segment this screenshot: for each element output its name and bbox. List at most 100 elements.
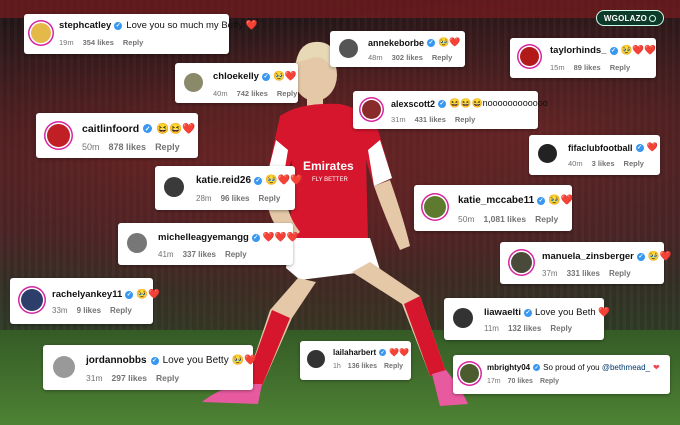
reply-button[interactable]: Reply bbox=[155, 142, 180, 152]
username[interactable]: manuela_zinsberger bbox=[542, 251, 634, 262]
comment-text: 🥹❤️ bbox=[438, 37, 461, 47]
verified-badge-icon: ✓ bbox=[427, 38, 436, 47]
verified-badge-icon: ✓ bbox=[523, 308, 532, 317]
avatar[interactable] bbox=[460, 364, 479, 383]
comment-card-caitlinfoord: caitlinfoord ✓ 😆😆❤️ 50m 878 likes Reply bbox=[36, 113, 198, 158]
username[interactable]: stephcatley bbox=[59, 20, 111, 31]
avatar[interactable] bbox=[21, 289, 43, 311]
username[interactable]: taylorhinds_ bbox=[550, 45, 607, 56]
reply-button[interactable]: Reply bbox=[110, 306, 132, 315]
avatar[interactable] bbox=[164, 177, 184, 197]
avatar[interactable] bbox=[453, 308, 473, 328]
comment-card-taylorhinds: taylorhinds_ ✓ 🥹❤️❤️ 15m 89 likes Reply bbox=[510, 38, 656, 78]
avatar[interactable] bbox=[47, 124, 70, 147]
comment-time: 28m bbox=[196, 194, 212, 203]
comment-time: 33m bbox=[52, 306, 68, 315]
username[interactable]: fifaclubfootball bbox=[568, 143, 633, 153]
avatar[interactable] bbox=[31, 23, 51, 43]
comment-card-rachelyankey11: rachelyankey11 ✓ 🥹❤️ 33m 9 likes Reply bbox=[10, 278, 160, 324]
likes-count[interactable]: 9 likes bbox=[77, 306, 101, 315]
comment-time: 31m bbox=[86, 373, 103, 383]
likes-count[interactable]: 96 likes bbox=[221, 194, 250, 203]
username[interactable]: chloekelly bbox=[213, 71, 259, 82]
reply-button[interactable]: Reply bbox=[123, 38, 143, 47]
likes-count[interactable]: 302 likes bbox=[392, 53, 423, 62]
avatar[interactable] bbox=[53, 356, 75, 378]
username[interactable]: michelleagyemangg bbox=[158, 232, 249, 243]
comment-text: Love you Betty 🥹❤️ bbox=[162, 355, 257, 366]
reply-button[interactable]: Reply bbox=[156, 373, 179, 383]
avatar[interactable] bbox=[424, 196, 446, 218]
comment-text: 😆😆❤️ bbox=[156, 123, 196, 135]
avatar[interactable] bbox=[520, 47, 539, 66]
reply-button[interactable]: Reply bbox=[384, 363, 403, 370]
likes-count[interactable]: 297 likes bbox=[112, 373, 147, 383]
svg-text:FLY BETTER: FLY BETTER bbox=[312, 177, 348, 183]
avatar[interactable] bbox=[127, 233, 147, 253]
username[interactable]: rachelyankey11 bbox=[52, 289, 122, 300]
avatar[interactable] bbox=[362, 100, 381, 119]
comment-time: 50m bbox=[82, 142, 100, 152]
likes-count[interactable]: 878 likes bbox=[109, 142, 147, 152]
likes-count[interactable]: 136 likes bbox=[348, 363, 377, 370]
comment-text: 🥹❤️❤️ bbox=[265, 175, 303, 186]
likes-count[interactable]: 132 likes bbox=[508, 324, 541, 333]
likes-count[interactable]: 70 likes bbox=[508, 378, 533, 385]
username[interactable]: caitlinfoord bbox=[82, 123, 139, 135]
verified-badge-icon: ✓ bbox=[114, 21, 123, 30]
reply-button[interactable]: Reply bbox=[277, 89, 297, 98]
comment-time: 41m bbox=[158, 250, 174, 259]
username[interactable]: katie.reid26 bbox=[196, 175, 251, 186]
comment-time: 40m bbox=[568, 159, 583, 168]
username[interactable]: jordannobbs bbox=[86, 355, 147, 366]
likes-count[interactable]: 742 likes bbox=[237, 89, 268, 98]
comment-time: 1h bbox=[333, 363, 341, 370]
reply-button[interactable]: Reply bbox=[624, 159, 644, 168]
username[interactable]: katie_mccabe11 bbox=[458, 195, 534, 206]
likes-count[interactable]: 431 likes bbox=[415, 115, 446, 124]
reply-button[interactable]: Reply bbox=[609, 269, 631, 278]
avatar[interactable] bbox=[339, 39, 358, 58]
verified-badge-icon: ✓ bbox=[636, 252, 645, 261]
comment-card-katiemccabe11: katie_mccabe11 ✓ 🥹❤️ 50m 1,081 likes Rep… bbox=[414, 185, 573, 231]
mention-link[interactable]: @bethmead_ bbox=[602, 363, 650, 372]
comment-text: 🥹❤️ bbox=[647, 251, 672, 262]
comment-text: ❤️❤️ bbox=[389, 348, 410, 357]
verified-badge-icon: ✓ bbox=[125, 290, 134, 299]
comment-time: 19m bbox=[59, 38, 74, 47]
watermark-badge: WGOLAZO bbox=[596, 10, 664, 26]
verified-badge-icon: ✓ bbox=[438, 99, 447, 108]
verified-badge-icon: ✓ bbox=[254, 176, 263, 185]
verified-badge-icon: ✓ bbox=[533, 364, 541, 371]
likes-count[interactable]: 354 likes bbox=[83, 38, 114, 47]
reply-button[interactable]: Reply bbox=[550, 324, 572, 333]
username[interactable]: alexscott2 bbox=[391, 99, 435, 109]
verified-badge-icon: ✓ bbox=[143, 124, 153, 133]
comment-text: Love you Beth ❤️ bbox=[534, 307, 611, 318]
likes-count[interactable]: 331 likes bbox=[567, 269, 600, 278]
reply-button[interactable]: Reply bbox=[258, 194, 280, 203]
likes-count[interactable]: 337 likes bbox=[183, 250, 216, 259]
verified-badge-icon: ✓ bbox=[537, 196, 546, 205]
username[interactable]: liawaelti bbox=[484, 307, 521, 318]
verified-badge-icon: ✓ bbox=[150, 356, 159, 365]
comment-card-fifaclubfootball: fifaclubfootball ✓ ❤️ 40m 3 likes Reply bbox=[529, 135, 660, 175]
likes-count[interactable]: 89 likes bbox=[574, 63, 601, 72]
avatar[interactable] bbox=[511, 252, 532, 273]
username[interactable]: mbrighty04 bbox=[487, 363, 530, 372]
likes-count[interactable]: 3 likes bbox=[592, 159, 615, 168]
verified-badge-icon: ✓ bbox=[379, 349, 387, 356]
reply-button[interactable]: Reply bbox=[455, 115, 475, 124]
username[interactable]: annekeborbe bbox=[368, 38, 424, 48]
reply-button[interactable]: Reply bbox=[535, 214, 558, 224]
reply-button[interactable]: Reply bbox=[610, 63, 630, 72]
comment-text: 🥹❤️ bbox=[272, 71, 297, 82]
avatar[interactable] bbox=[307, 350, 325, 368]
reply-button[interactable]: Reply bbox=[432, 53, 452, 62]
avatar[interactable] bbox=[184, 73, 203, 92]
avatar[interactable] bbox=[538, 144, 557, 163]
reply-button[interactable]: Reply bbox=[225, 250, 247, 259]
reply-button[interactable]: Reply bbox=[540, 378, 559, 385]
likes-count[interactable]: 1,081 likes bbox=[484, 214, 527, 224]
username[interactable]: lailaharbert bbox=[333, 348, 376, 357]
